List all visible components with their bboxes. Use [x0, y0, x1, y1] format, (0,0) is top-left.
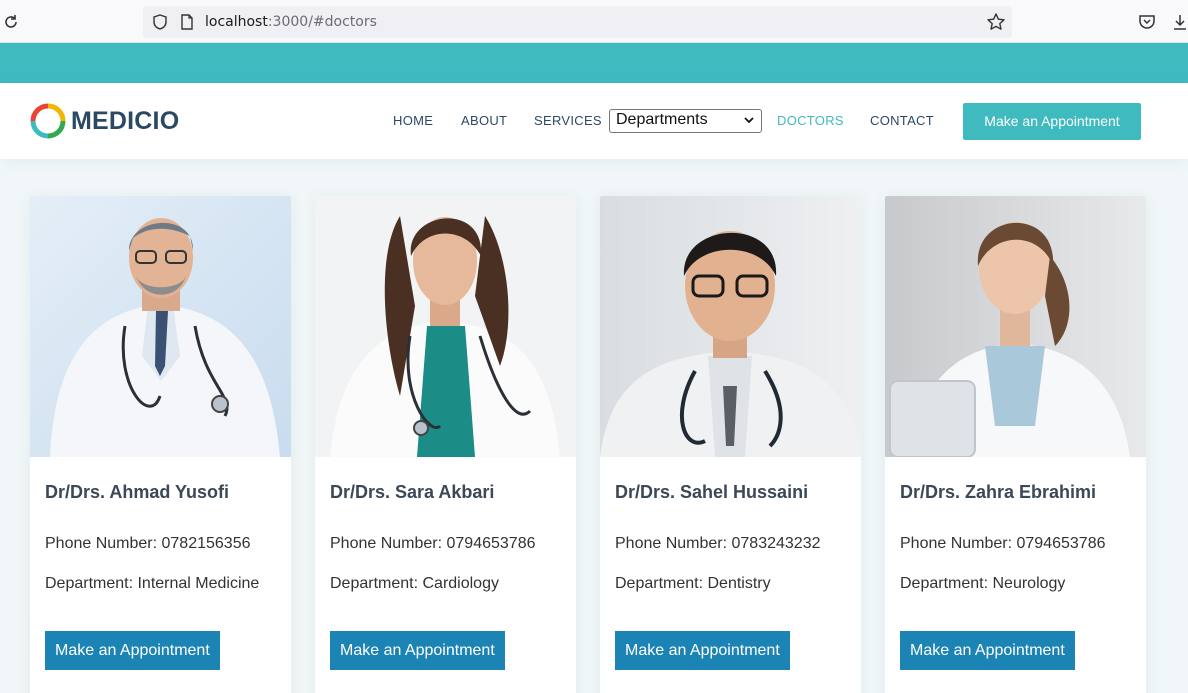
- browser-toolbar: localhost:3000/#doctors: [0, 0, 1188, 43]
- doctor-photo: [315, 196, 576, 457]
- doctor-card: Dr/Drs. Sara Akbari Phone Number: 079465…: [315, 196, 576, 693]
- doctor-phone: Phone Number: 0794653786: [330, 535, 536, 552]
- top-bar: [0, 43, 1188, 83]
- doctor-photo: [885, 196, 1146, 457]
- url-text[interactable]: localhost:3000/#doctors: [205, 14, 377, 30]
- nav-contact[interactable]: CONTACT: [870, 113, 934, 128]
- doctor-name: Dr/Drs. Zahra Ebrahimi: [900, 482, 1097, 502]
- nav-home[interactable]: HOME: [393, 113, 433, 128]
- site-logo[interactable]: MEDICIO: [30, 103, 179, 139]
- departments-select[interactable]: Departments: [609, 109, 762, 133]
- departments-select-value: Departments: [616, 111, 708, 128]
- doctor-phone: Phone Number: 0782156356: [45, 535, 251, 552]
- logo-ring-icon: [30, 103, 66, 139]
- address-bar[interactable]: localhost:3000/#doctors: [143, 6, 1012, 38]
- doctor-photo: [600, 196, 861, 457]
- nav-doctors[interactable]: DOCTORS: [777, 113, 844, 128]
- brand-name: MEDICIO: [71, 106, 180, 135]
- make-appointment-button[interactable]: Make an Appointment: [963, 103, 1141, 140]
- chevron-down-icon: [744, 117, 754, 124]
- reload-icon[interactable]: [2, 13, 20, 31]
- nav-services[interactable]: SERVICES: [534, 113, 602, 128]
- page-icon: [181, 14, 193, 30]
- doctor-phone: Phone Number: 0794653786: [900, 535, 1106, 552]
- doctor-department: Department: Cardiology: [330, 575, 499, 592]
- doctor-name: Dr/Drs. Ahmad Yusofi: [45, 482, 230, 502]
- make-appointment-button[interactable]: Make an Appointment: [330, 631, 505, 670]
- site-header: MEDICIO HOME ABOUT SERVICES Departments …: [0, 83, 1188, 159]
- pocket-icon[interactable]: [1137, 12, 1157, 32]
- doctor-card: Dr/Drs. Ahmad Yusofi Phone Number: 07821…: [30, 196, 291, 693]
- download-icon[interactable]: [1170, 12, 1188, 32]
- make-appointment-button[interactable]: Make an Appointment: [900, 631, 1075, 670]
- make-appointment-button[interactable]: Make an Appointment: [45, 631, 220, 670]
- doctor-photo: [30, 196, 291, 457]
- nav-about[interactable]: ABOUT: [461, 113, 507, 128]
- doctor-card: Dr/Drs. Sahel Hussaini Phone Number: 078…: [600, 196, 861, 693]
- doctor-department: Department: Dentistry: [615, 575, 771, 592]
- make-appointment-button[interactable]: Make an Appointment: [615, 631, 790, 670]
- bookmark-star-icon[interactable]: [986, 12, 1006, 32]
- doctor-department: Department: Neurology: [900, 575, 1066, 592]
- doctor-name: Dr/Drs. Sahel Hussaini: [615, 482, 809, 502]
- doctor-name: Dr/Drs. Sara Akbari: [330, 482, 495, 502]
- doctor-phone: Phone Number: 0783243232: [615, 535, 821, 552]
- doctor-department: Department: Internal Medicine: [45, 575, 260, 592]
- shield-icon[interactable]: [151, 13, 169, 31]
- doctor-card: Dr/Drs. Zahra Ebrahimi Phone Number: 079…: [885, 196, 1146, 693]
